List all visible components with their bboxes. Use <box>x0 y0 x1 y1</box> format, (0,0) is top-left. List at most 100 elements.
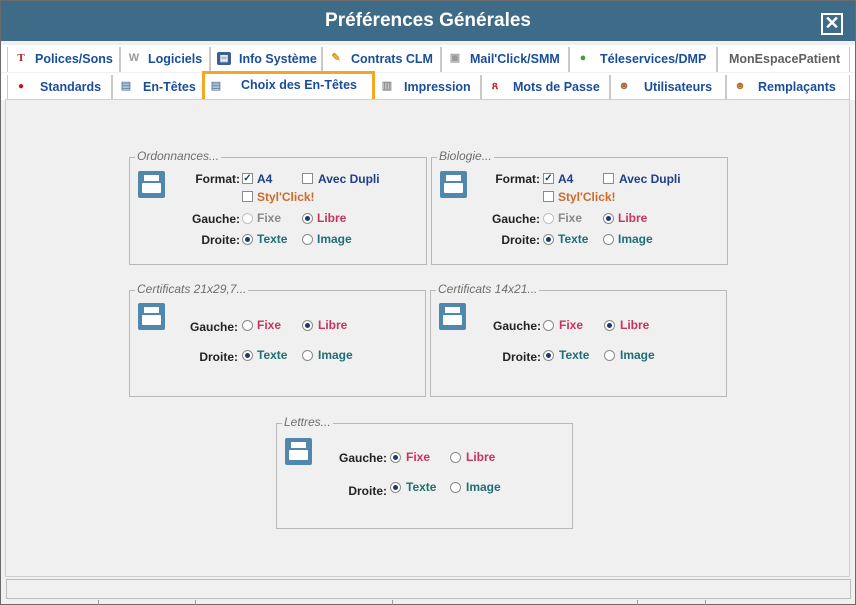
tab-mailclick-smm[interactable]: ▣ Mail'Click/SMM <box>441 47 569 72</box>
footer-divider <box>392 600 393 605</box>
group-certificats-14x21: Certificats 14x21... Gauche: Fixe Libre … <box>430 282 727 397</box>
droite-texte-label: Texte <box>257 348 288 362</box>
footer-divider <box>637 600 638 605</box>
gauche-fixe-label: Fixe <box>257 211 282 225</box>
tab-standards[interactable]: ● Standards <box>7 75 112 100</box>
tab-remplacants[interactable]: ☻ Remplaçants <box>726 75 850 100</box>
stylclick-checkbox[interactable] <box>242 191 253 202</box>
tab-logiciels[interactable]: W Logiciels <box>120 47 210 72</box>
group-caption: Certificats 14x21... <box>436 282 540 296</box>
droite-texte-radio[interactable] <box>390 482 401 493</box>
tab-en-tetes[interactable]: ▤ En-Têtes <box>112 75 203 100</box>
droite-image-label: Image <box>618 232 653 246</box>
group-caption: Biologie... <box>437 149 494 163</box>
tab-label: Logiciels <box>148 52 203 66</box>
avec-dupli-label: Avec Dupli <box>619 172 681 186</box>
group-caption: Ordonnances... <box>135 149 222 163</box>
tab-impression[interactable]: ▥ Impression <box>373 75 481 100</box>
pencil-icon: ✎ <box>331 52 341 64</box>
droite-image-radio[interactable] <box>302 350 313 361</box>
droite-texte-radio[interactable] <box>543 350 554 361</box>
gauche-fixe-radio[interactable] <box>390 452 401 463</box>
droite-image-radio[interactable] <box>450 482 461 493</box>
active-tab-highlight <box>202 71 375 102</box>
tab-label: Polices/Sons <box>35 52 113 66</box>
format-label: Format: <box>495 172 540 186</box>
gauche-libre-radio[interactable] <box>302 213 313 224</box>
red-dot-icon: ● <box>17 81 25 92</box>
a4-checkbox[interactable]: ✓ <box>543 173 554 184</box>
droite-label: Droite: <box>201 233 240 247</box>
avec-dupli-checkbox[interactable] <box>603 173 614 184</box>
tab-label: Mail'Click/SMM <box>470 52 560 66</box>
printer-icon <box>439 303 466 330</box>
droite-image-radio[interactable] <box>604 350 615 361</box>
droite-texte-label: Texte <box>559 348 590 362</box>
tab-label: Impression <box>404 80 471 94</box>
droite-texte-radio[interactable] <box>242 350 253 361</box>
droite-label: Droite: <box>502 350 541 364</box>
tab-monespacepatient[interactable]: MonEspacePatient <box>717 47 850 72</box>
tab-label: Contrats CLM <box>351 52 433 66</box>
tab-label: Téleservices/DMP <box>600 52 707 66</box>
gauche-fixe-radio[interactable] <box>543 213 554 224</box>
gauche-libre-label: Libre <box>317 211 347 225</box>
stylclick-label: Styl'Click! <box>257 190 315 204</box>
printer-icon <box>440 171 467 198</box>
stylclick-checkbox[interactable] <box>543 191 554 202</box>
gauche-fixe-radio[interactable] <box>242 320 253 331</box>
group-lettres: Lettres... Gauche: Fixe Libre Droite: Te… <box>276 415 573 529</box>
gauche-fixe-radio[interactable] <box>242 213 253 224</box>
avec-dupli-label: Avec Dupli <box>318 172 380 186</box>
droite-texte-label: Texte <box>257 232 288 246</box>
tab-teleservices-dmp[interactable]: ● Téleservices/DMP <box>569 47 717 72</box>
tab-label: Info Système <box>239 52 317 66</box>
tab-mots-de-passe[interactable]: ጸ Mots de Passe <box>481 75 610 100</box>
gauche-fixe-radio[interactable] <box>543 320 554 331</box>
a4-label: A4 <box>558 172 574 186</box>
droite-image-radio[interactable] <box>603 234 614 245</box>
droite-texte-label: Texte <box>558 232 589 246</box>
users-icon: ☻ <box>734 80 746 92</box>
font-icon: T <box>17 52 25 64</box>
gauche-label: Gauche: <box>191 212 240 226</box>
tab-polices-sons[interactable]: T Polices/Sons <box>7 47 120 72</box>
preferences-window: Préférences Générales ✕ T Polices/Sons W… <box>0 0 856 605</box>
droite-image-radio[interactable] <box>302 234 313 245</box>
tab-contrats-clm[interactable]: ✎ Contrats CLM <box>322 47 441 72</box>
printer-icon: ▥ <box>381 80 393 92</box>
group-ordonnances: Ordonnances... Format: ✓ A4 Avec Dupli S… <box>129 149 427 265</box>
group-caption: Certificats 21x29,7... <box>135 282 249 296</box>
gauche-libre-radio[interactable] <box>603 213 614 224</box>
droite-label: Droite: <box>199 350 238 364</box>
mail-icon: ▣ <box>449 52 461 64</box>
gauche-libre-radio[interactable] <box>450 452 461 463</box>
gauche-fixe-label: Fixe <box>257 318 282 332</box>
gauche-libre-label: Libre <box>620 318 650 332</box>
gauche-label: Gauche: <box>491 212 540 226</box>
avec-dupli-checkbox[interactable] <box>302 173 313 184</box>
close-button[interactable]: ✕ <box>821 13 843 35</box>
gauche-libre-label: Libre <box>466 450 496 464</box>
content-panel: Ordonnances... Format: ✓ A4 Avec Dupli S… <box>5 99 850 577</box>
printer-icon <box>138 171 165 198</box>
gauche-libre-radio[interactable] <box>302 320 313 331</box>
tab-info-systeme[interactable]: ▤ Info Système <box>210 47 322 72</box>
droite-image-label: Image <box>317 232 352 246</box>
system-info-icon: ▤ <box>217 52 231 65</box>
droite-label: Droite: <box>348 484 387 498</box>
droite-texte-radio[interactable] <box>242 234 253 245</box>
droite-image-label: Image <box>620 348 655 362</box>
tab-label: Remplaçants <box>758 80 836 94</box>
gauche-label: Gauche: <box>189 320 238 334</box>
gauche-libre-radio[interactable] <box>604 320 615 331</box>
a4-label: A4 <box>257 172 273 186</box>
gauche-fixe-label: Fixe <box>559 318 584 332</box>
tab-utilisateurs[interactable]: ☻ Utilisateurs <box>610 75 726 100</box>
footer-divider <box>98 600 99 605</box>
droite-label: Droite: <box>501 233 540 247</box>
droite-texte-radio[interactable] <box>543 234 554 245</box>
group-biologie: Biologie... Format: ✓ A4 Avec Dupli Styl… <box>431 149 728 265</box>
title-bar: Préférences Générales ✕ <box>1 1 855 41</box>
a4-checkbox[interactable]: ✓ <box>242 173 253 184</box>
